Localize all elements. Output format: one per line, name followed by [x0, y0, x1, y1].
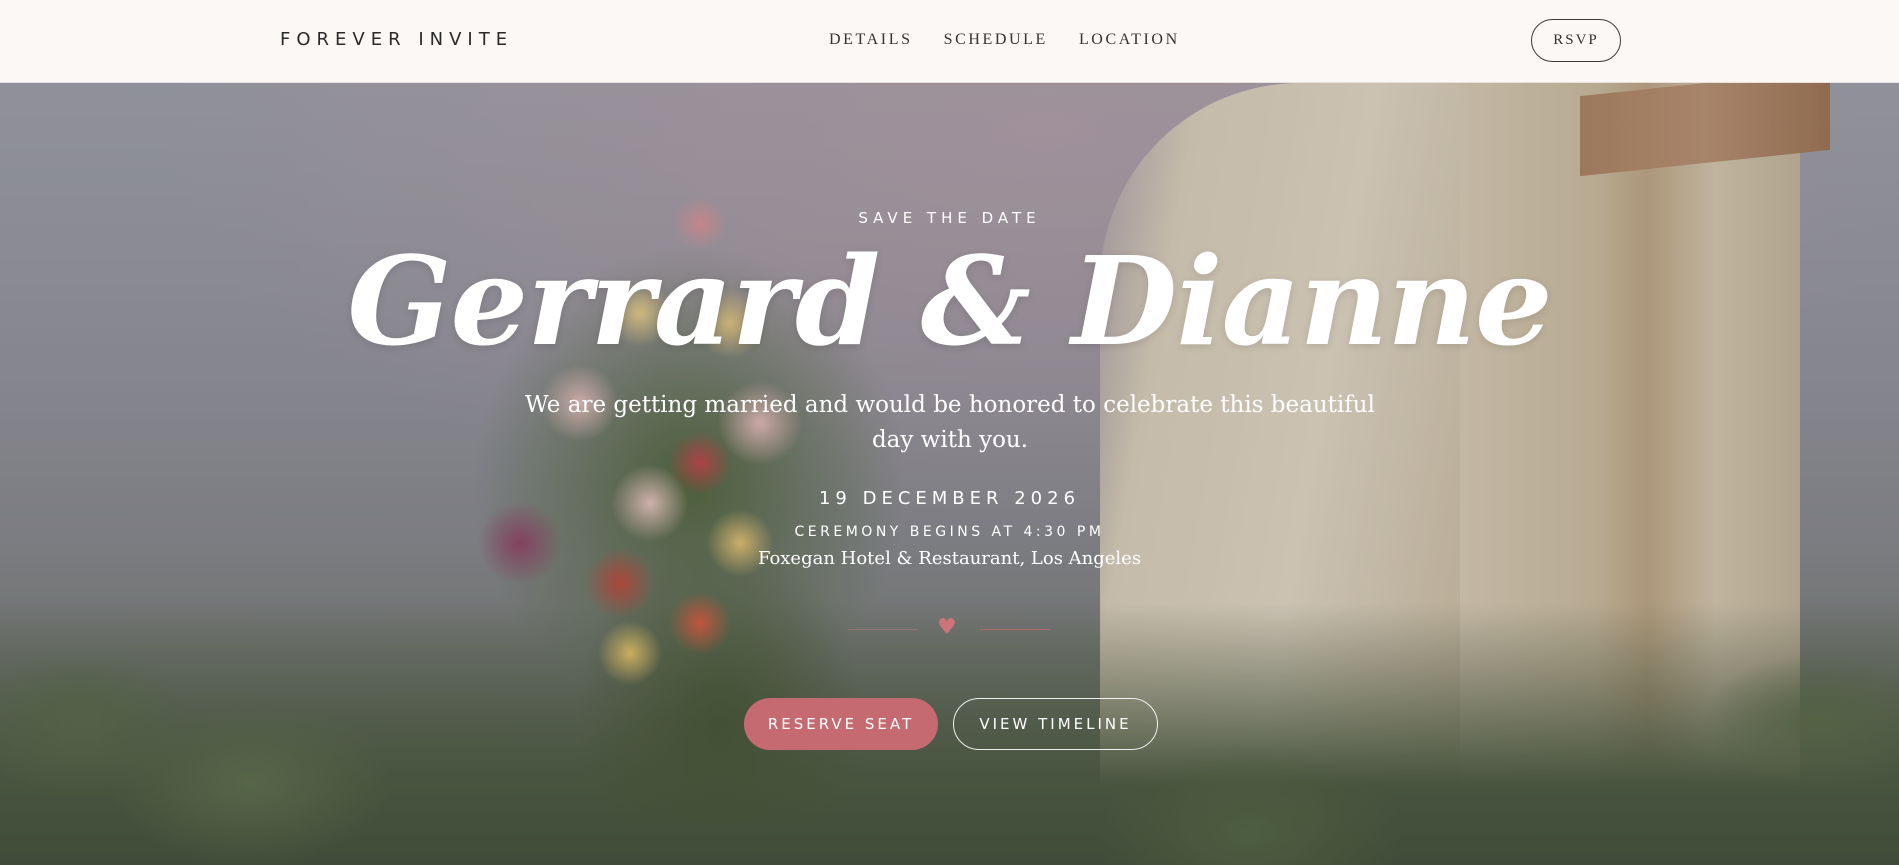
venue-name: Foxegan Hotel & Restaurant, Los Angeles: [757, 548, 1142, 569]
hero-overlay: [0, 83, 1899, 865]
nav-link-schedule[interactable]: SCHEDULE: [944, 31, 1048, 49]
heart-icon: ♥: [937, 615, 957, 640]
divider-line-left: [848, 629, 918, 630]
nav-link-details[interactable]: DETAILS: [829, 31, 913, 49]
brand-logo[interactable]: FOREVER INVITE: [280, 29, 513, 50]
main-nav: DETAILS SCHEDULE LOCATION: [829, 31, 1180, 49]
site-header: FOREVER INVITE DETAILS SCHEDULE LOCATION…: [0, 0, 1899, 83]
invitation-tagline: We are getting married and would be hono…: [525, 392, 1375, 453]
ceremony-time: CEREMONY BEGINS AT 4:30 PM: [794, 524, 1105, 540]
rsvp-button[interactable]: RSVP: [1531, 19, 1621, 62]
nav-link-location[interactable]: LOCATION: [1079, 31, 1180, 49]
hero-section: SAVE THE DATE Gerrard & Dianne We are ge…: [0, 83, 1899, 865]
divider-line-right: [980, 629, 1050, 630]
save-the-date-label: SAVE THE DATE: [858, 209, 1041, 227]
couple-names-heading: Gerrard & Dianne: [347, 229, 1552, 373]
heart-divider: ♥: [848, 615, 1050, 640]
reserve-seat-button[interactable]: RESERVE SEAT: [744, 698, 938, 750]
wedding-date: 19 DECEMBER 2026: [818, 488, 1081, 509]
view-timeline-button[interactable]: VIEW TIMELINE: [953, 698, 1158, 750]
